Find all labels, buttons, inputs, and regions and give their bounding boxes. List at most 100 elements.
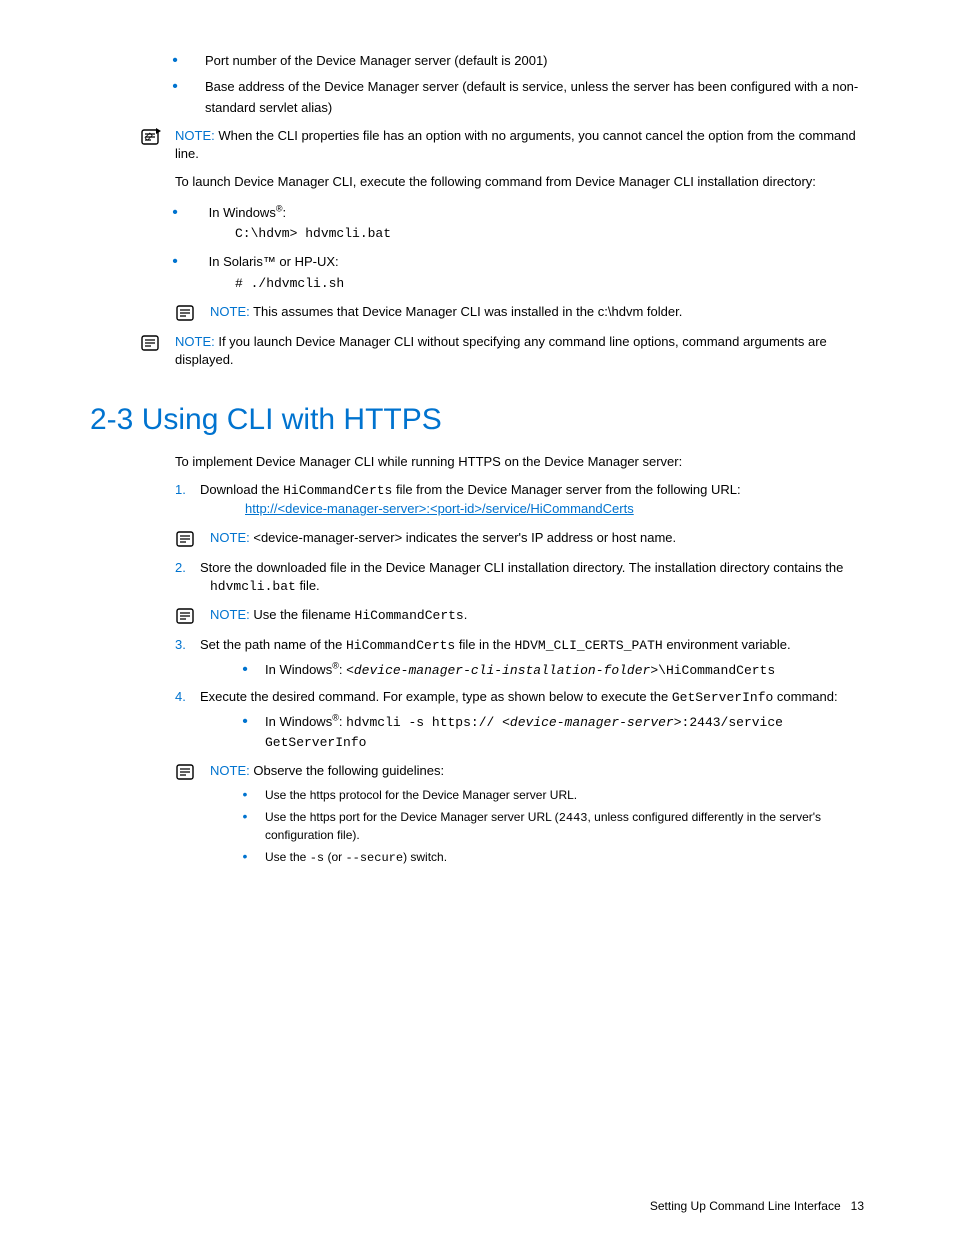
section-heading: 2-3 Using CLI with HTTPS bbox=[90, 399, 864, 441]
code: hdvmcli -s https:// bbox=[346, 715, 502, 730]
step-number: 2. bbox=[175, 559, 200, 577]
note-icon bbox=[175, 606, 205, 626]
guideline-text: (or bbox=[324, 850, 345, 864]
win-label: In Windows bbox=[265, 714, 332, 729]
list-item: Base address of the Device Manager serve… bbox=[175, 76, 864, 117]
step-text: file in the bbox=[455, 637, 514, 652]
step-1: 1.Download the HiCommandCerts file from … bbox=[175, 481, 864, 518]
registered-mark: ® bbox=[332, 661, 339, 671]
page-number: 13 bbox=[851, 1199, 864, 1213]
note-block: NOTE: When the CLI properties file has a… bbox=[140, 127, 864, 163]
colon: : bbox=[339, 714, 346, 729]
solaris-label: In Solaris™ or HP-UX: bbox=[209, 254, 339, 269]
footer-text: Setting Up Command Line Interface bbox=[650, 1199, 841, 1213]
code: \HiCommandCerts bbox=[658, 663, 775, 678]
note-body: NOTE: <device-manager-server> indicates … bbox=[210, 529, 864, 547]
code: HiCommandCerts bbox=[283, 483, 392, 498]
note-body: NOTE: Use the filename HiCommandCerts. bbox=[210, 606, 864, 625]
code: HDVM_CLI_CERTS_PATH bbox=[514, 638, 662, 653]
launch-block: To launch Device Manager CLI, execute th… bbox=[175, 173, 864, 322]
step-text: Store the downloaded file in the Device … bbox=[200, 560, 843, 575]
solaris-command: # ./hdvmcli.sh bbox=[235, 276, 344, 291]
launch-list: In Windows®: C:\hdvm> hdvmcli.bat In Sol… bbox=[175, 202, 864, 293]
note-icon bbox=[175, 303, 205, 323]
win-label: In Windows bbox=[209, 205, 276, 220]
list-item: In Windows®: <device-manager-cli-install… bbox=[245, 659, 864, 681]
colon: : bbox=[339, 662, 346, 677]
step-text: file. bbox=[296, 578, 320, 593]
note-label: NOTE: bbox=[210, 304, 250, 319]
note-text: If you launch Device Manager CLI without… bbox=[175, 334, 827, 367]
section-intro: To implement Device Manager CLI while ru… bbox=[175, 453, 864, 471]
note-label: NOTE: bbox=[210, 763, 250, 778]
guideline-text: Use the https protocol for the Device Ma… bbox=[265, 788, 577, 802]
note-icon bbox=[175, 529, 205, 549]
section-body: To implement Device Manager CLI while ru… bbox=[175, 453, 864, 869]
sub-bullets: In Windows®: <device-manager-cli-install… bbox=[245, 659, 864, 681]
code: HiCommandCerts bbox=[346, 638, 455, 653]
step-number: 1. bbox=[175, 481, 200, 499]
note-icon bbox=[175, 762, 205, 782]
note-text: . bbox=[464, 607, 468, 622]
step-2: 2.Store the downloaded file in the Devic… bbox=[175, 559, 864, 596]
code: hdvmcli.bat bbox=[210, 579, 296, 594]
page-footer: Setting Up Command Line Interface 13 bbox=[650, 1198, 864, 1215]
step-3: 3.Set the path name of the HiCommandCert… bbox=[175, 636, 864, 682]
guideline-text: Use the bbox=[265, 850, 310, 864]
step-text: command: bbox=[773, 689, 837, 704]
page: Port number of the Device Manager server… bbox=[0, 0, 954, 1235]
registered-mark: ® bbox=[332, 712, 339, 722]
note-block: NOTE: Observe the following guidelines: … bbox=[175, 762, 864, 869]
note-text: Observe the following guidelines: bbox=[250, 763, 444, 778]
note-body: NOTE: Observe the following guidelines: … bbox=[210, 762, 864, 869]
note-body: NOTE: When the CLI properties file has a… bbox=[175, 127, 864, 163]
list-item: In Windows®: hdvmcli -s https:// <device… bbox=[245, 711, 864, 753]
note-block: NOTE: <device-manager-server> indicates … bbox=[175, 529, 864, 549]
note-text: This assumes that Device Manager CLI was… bbox=[250, 304, 683, 319]
step-text: file from the Device Manager server from… bbox=[392, 482, 740, 497]
note-label: NOTE: bbox=[175, 128, 215, 143]
step-text: Download the bbox=[200, 482, 283, 497]
win-label: In Windows bbox=[265, 662, 332, 677]
note-icon bbox=[140, 333, 170, 353]
certs-url-link[interactable]: http://<device-manager-server>:<port-id>… bbox=[245, 501, 634, 516]
note-text: Use the filename bbox=[250, 607, 355, 622]
bullet-text: Port number of the Device Manager server… bbox=[205, 53, 548, 68]
step-number: 3. bbox=[175, 636, 200, 654]
step-4: 4.Execute the desired command. For examp… bbox=[175, 688, 864, 753]
code-italic: <device-manager-cli-installation-folder> bbox=[346, 663, 658, 678]
code: 2443 bbox=[559, 811, 588, 825]
sub-bullets: In Windows®: hdvmcli -s https:// <device… bbox=[245, 711, 864, 753]
code-italic: <device-manager-server> bbox=[502, 715, 681, 730]
note-body: NOTE: If you launch Device Manager CLI w… bbox=[175, 333, 864, 369]
step-text: environment variable. bbox=[663, 637, 791, 652]
note-text: <device-manager-server> indicates the se… bbox=[250, 530, 676, 545]
list-item: Use the https protocol for the Device Ma… bbox=[245, 785, 864, 805]
colon: : bbox=[282, 205, 286, 220]
code: HiCommandCerts bbox=[355, 608, 464, 623]
steps-list: 3.Set the path name of the HiCommandCert… bbox=[175, 636, 864, 752]
win-command: C:\hdvm> hdvmcli.bat bbox=[235, 226, 391, 241]
note-block: NOTE: If you launch Device Manager CLI w… bbox=[140, 333, 864, 369]
code: -s bbox=[310, 851, 324, 865]
guideline-list: Use the https protocol for the Device Ma… bbox=[245, 785, 864, 867]
steps-list: 2.Store the downloaded file in the Devic… bbox=[175, 559, 864, 596]
step-text: Execute the desired command. For example… bbox=[200, 689, 672, 704]
note-label: NOTE: bbox=[175, 334, 215, 349]
note-label: NOTE: bbox=[210, 607, 250, 622]
guideline-text: Use the https port for the Device Manage… bbox=[265, 810, 559, 824]
code: GetServerInfo bbox=[672, 690, 773, 705]
top-bullet-block: Port number of the Device Manager server… bbox=[175, 50, 864, 117]
step-text: Set the path name of the bbox=[200, 637, 346, 652]
list-item: Port number of the Device Manager server… bbox=[175, 50, 864, 72]
bullet-text: Base address of the Device Manager serve… bbox=[205, 79, 858, 114]
step-number: 4. bbox=[175, 688, 200, 706]
note-icon bbox=[140, 127, 170, 147]
note-label: NOTE: bbox=[210, 530, 250, 545]
note-body: NOTE: This assumes that Device Manager C… bbox=[210, 303, 864, 321]
guideline-text: ) switch. bbox=[403, 850, 447, 864]
note-block: NOTE: This assumes that Device Manager C… bbox=[175, 303, 864, 323]
note-block: NOTE: Use the filename HiCommandCerts. bbox=[175, 606, 864, 626]
list-item: Use the -s (or --secure) switch. bbox=[245, 847, 864, 867]
note-text: When the CLI properties file has an opti… bbox=[175, 128, 856, 161]
